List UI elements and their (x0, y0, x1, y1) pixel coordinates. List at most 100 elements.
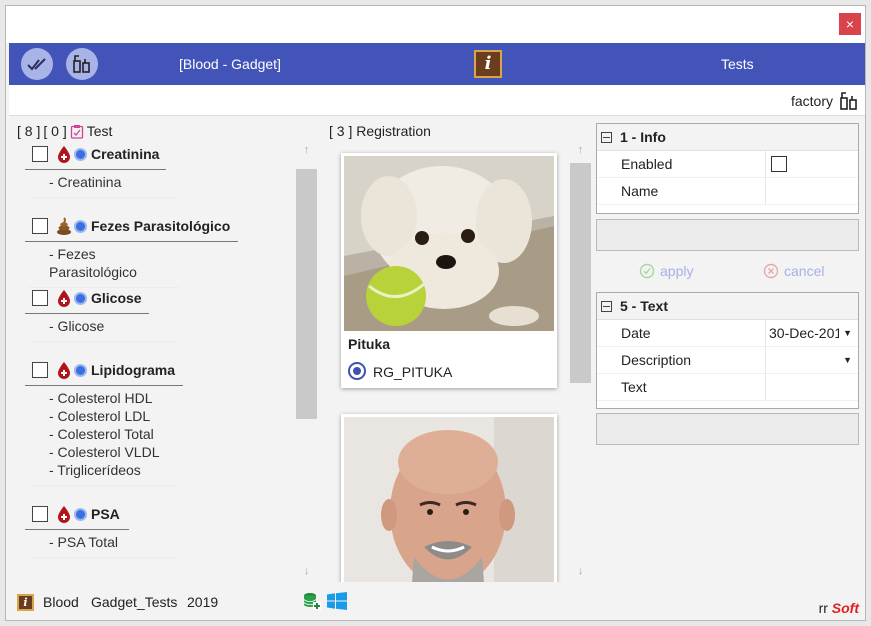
property-row: Name (597, 178, 858, 205)
test-subitems: - Creatinina (29, 170, 179, 198)
name-field[interactable] (766, 178, 858, 204)
section-title: Tests (721, 56, 754, 72)
cards-scrollbar[interactable]: ↑ ↓ (570, 141, 591, 581)
info-section: 1 - Info Enabled Name (596, 123, 859, 214)
tests-count-selected: [ 0 ] (43, 123, 67, 139)
property-row: Enabled (597, 151, 858, 178)
test-item: Glicose - Glicose (25, 285, 285, 357)
subitem: - Creatinina (49, 174, 122, 190)
test-name: Lipidograma (91, 362, 176, 378)
test-checkbox[interactable] (32, 146, 48, 162)
property-label: Date (597, 320, 766, 346)
target-icon (74, 291, 87, 305)
blood-drop-icon (58, 146, 70, 163)
property-label: Name (597, 178, 766, 204)
test-item: PSA - PSA Total (25, 501, 285, 573)
collapse-icon[interactable] (601, 300, 612, 312)
scroll-down-arrow[interactable]: ↓ (570, 562, 591, 581)
footer-info-icon: i (17, 594, 34, 611)
subitem: - Triglicerídeos (49, 462, 141, 478)
text-section-header[interactable]: 5 - Text (597, 293, 858, 320)
registration-header: [ 3 ] Registration (329, 123, 431, 139)
chevron-down-icon[interactable]: ▼ (839, 320, 852, 346)
test-checkbox[interactable] (32, 506, 48, 522)
property-label: Description (597, 347, 766, 373)
property-label: Text (597, 374, 766, 400)
registration-card[interactable]: Pituka RG_PITUKA (341, 153, 557, 388)
enabled-checkbox-cell[interactable] (766, 151, 858, 177)
description-field[interactable]: ▼ (766, 347, 858, 373)
factory-icon (840, 92, 857, 110)
info-description-box (596, 219, 859, 251)
brand-prefix: rr (818, 600, 828, 616)
property-label: Enabled (597, 151, 766, 177)
scroll-thumb[interactable] (296, 169, 317, 419)
date-field[interactable]: 30-Dec-2019 ▼ (766, 320, 858, 346)
apply-label: apply (660, 263, 694, 279)
scroll-up-arrow[interactable]: ↑ (296, 141, 317, 160)
text-field[interactable] (766, 374, 858, 400)
app-window: × [Blood - Gadget] i Tests factory [ 8 ]… (5, 5, 866, 621)
scroll-thumb[interactable] (570, 163, 591, 383)
test-checkbox[interactable] (32, 290, 48, 306)
subitem: - Colesterol VLDL (49, 444, 160, 460)
test-checkbox[interactable] (32, 218, 48, 234)
test-item: Lipidograma - Colesterol HDL - Colestero… (25, 357, 285, 501)
registration-header-label: Registration (356, 123, 431, 139)
scroll-up-arrow[interactable]: ↑ (570, 141, 591, 160)
check-all-button[interactable] (21, 48, 53, 80)
target-icon (74, 507, 87, 521)
test-name: Glicose (91, 290, 142, 306)
tests-scrollbar[interactable]: ↑ ↓ (296, 141, 317, 581)
cancel-button[interactable]: cancel (763, 263, 824, 279)
tests-count-total: [ 8 ] (17, 123, 41, 139)
test-name: PSA (91, 506, 120, 522)
target-icon (74, 147, 87, 161)
poop-icon (57, 217, 71, 235)
info-section-header[interactable]: 1 - Info (597, 124, 858, 151)
brand-logo: rr Soft (819, 600, 859, 616)
test-checkbox[interactable] (32, 362, 48, 378)
title-bar: × (6, 6, 865, 43)
subitem: - Fezes Parasitológico (49, 246, 137, 280)
database-add-icon[interactable] (303, 592, 321, 610)
windows-icon[interactable] (327, 592, 347, 610)
test-name: Fezes Parasitológico (91, 218, 231, 234)
cancel-label: cancel (784, 263, 825, 279)
test-item: Creatinina - Creatinina (25, 141, 285, 213)
check-circle-icon (639, 263, 655, 279)
gadget-button[interactable] (66, 48, 98, 80)
collapse-icon[interactable] (601, 131, 612, 143)
test-subitems: - Fezes Parasitológico (29, 242, 179, 288)
top-toolbar: [Blood - Gadget] i Tests (9, 43, 865, 85)
brand-name: Soft (831, 600, 859, 616)
scroll-down-arrow[interactable]: ↓ (296, 562, 317, 581)
apply-button[interactable]: apply (639, 263, 693, 279)
blood-drop-icon (58, 506, 70, 523)
enabled-checkbox[interactable] (771, 156, 787, 172)
footer-year: 2019 (187, 594, 219, 610)
tests-list: Creatinina - Creatinina Fezes Parasitoló… (25, 141, 285, 573)
registration-code: RG_PITUKA (373, 364, 453, 380)
cancel-circle-icon (763, 263, 779, 279)
factory-label: factory (790, 93, 833, 109)
chevron-down-icon[interactable]: ▼ (843, 347, 852, 373)
subitem: - Colesterol LDL (49, 408, 151, 424)
test-subitems: - Glicose (29, 314, 179, 342)
blood-drop-icon (58, 290, 70, 307)
factory-bar: factory (9, 85, 865, 116)
close-button[interactable]: × (839, 13, 861, 35)
date-value: 30-Dec-2019 (769, 325, 850, 341)
test-item: Fezes Parasitológico - Fezes Parasitológ… (25, 213, 285, 288)
registration-radio[interactable] (348, 362, 366, 380)
property-row: Date 30-Dec-2019 ▼ (597, 320, 858, 347)
info-icon[interactable]: i (474, 50, 502, 78)
property-row: Description ▼ (597, 347, 858, 374)
test-subitems: - PSA Total (29, 530, 179, 558)
check-all-icon (27, 58, 46, 71)
test-subitems: - Colesterol HDL - Colesterol LDL - Cole… (29, 386, 179, 486)
text-section: 5 - Text Date 30-Dec-2019 ▼ Description … (596, 292, 859, 409)
factory-indicator[interactable]: factory (791, 91, 859, 111)
tests-header: [ 8 ] [ 0 ] Test (17, 123, 112, 139)
subitem: - Colesterol HDL (49, 390, 153, 406)
